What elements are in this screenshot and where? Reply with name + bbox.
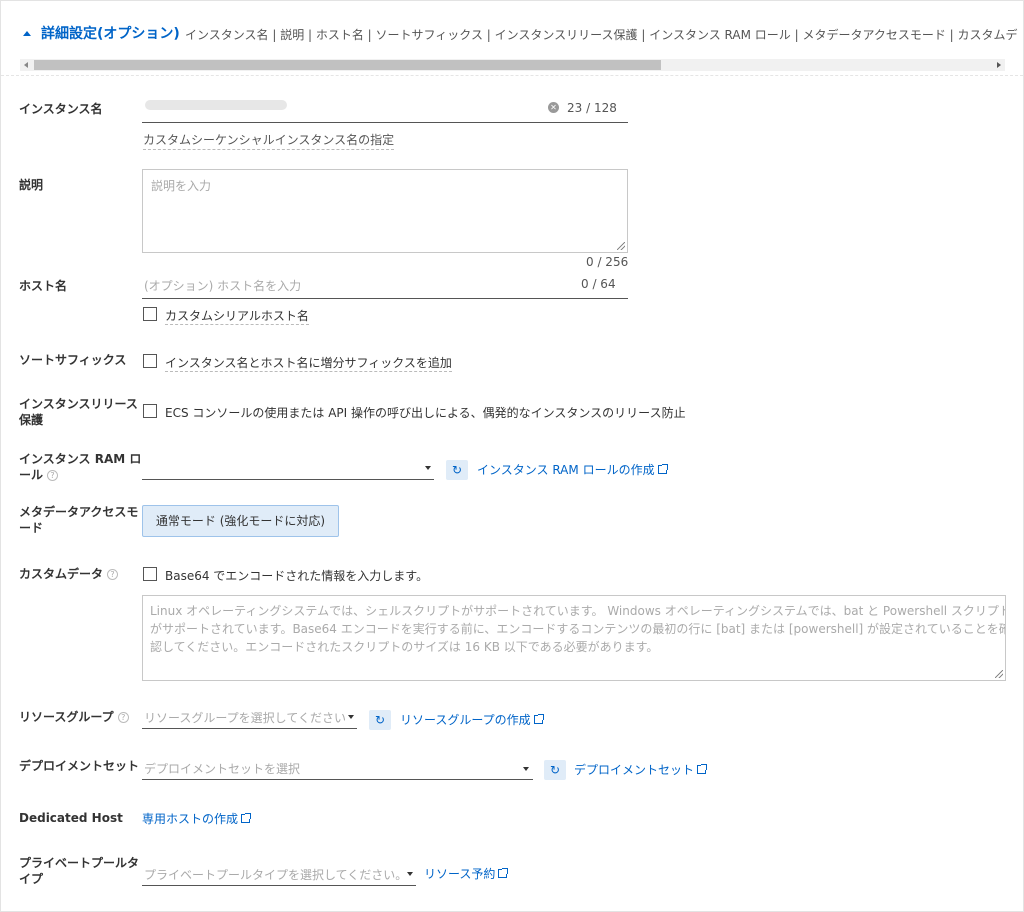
resource-group-select[interactable]: リソースグループを選択してください [142,705,357,729]
deployment-set-create-link-text: デプロイメントセット [574,763,695,777]
chevron-down-icon[interactable] [523,767,529,771]
ram-role-create-link-text: インスタンス RAM ロールの作成 [477,463,655,477]
dedicated-host-create-link-text: 専用ホストの作成 [142,812,239,826]
deployment-set-placeholder: デプロイメントセットを選択 [144,762,301,776]
ram-role-refresh-button[interactable]: ↻ [446,460,468,480]
ram-role-create-link[interactable]: インスタンス RAM ロールの作成 [477,461,668,478]
metadata-mode-label: メタデータアクセスモ ード [19,504,138,536]
release-protection-checkbox[interactable] [143,404,157,418]
resize-grip-icon[interactable] [995,670,1003,678]
external-link-icon [657,464,668,474]
private-pool-label: プライベートプールタ イプ [19,855,139,887]
private-pool-select[interactable]: プライベートプールタイプを選択してください。 [142,862,416,886]
hostname-placeholder: (オプション) ホスト名を入力 [144,279,302,293]
refresh-icon: ↻ [451,463,463,477]
metadata-mode-button[interactable]: 通常モード (強化モードに対応) [142,505,339,537]
release-protection-label: インスタンスリリース 保護 [19,396,138,428]
description-textarea[interactable]: 説明を入力 [142,169,628,253]
resource-reservation-link[interactable]: リソース予約 [424,865,509,882]
resource-group-create-link[interactable]: リソースグループの作成 [400,711,544,728]
horizontal-scrollbar[interactable] [20,59,1005,71]
custom-data-textarea[interactable]: Linux オペレーティングシステムでは、シェルスクリプトがサポートされています… [142,595,1006,681]
ram-role-label-line2: ール [19,468,44,482]
resource-reservation-link-text: リソース予約 [424,867,496,881]
private-pool-label-line1: プライベートプールタ [19,856,140,870]
resource-group-placeholder: リソースグループを選択してください [144,711,346,725]
deployment-set-select[interactable]: デプロイメントセットを選択 [142,756,533,780]
collapse-caret-icon[interactable] [23,31,31,36]
scroll-right-icon[interactable] [997,62,1001,68]
release-protection-label-line2: 保護 [19,413,44,427]
custom-serial-hostname-label[interactable]: カスタムシリアルホスト名 [165,307,309,325]
instance-name-count: 23 / 128 [567,101,617,115]
hostname-input[interactable]: (オプション) ホスト名を入力 [142,275,628,299]
custom-data-label-text: カスタムデータ [19,567,104,581]
custom-data-placeholder-line1: Linux オペレーティングシステムでは、シェルスクリプトがサポートされています… [150,604,1006,618]
advanced-settings-panel: 詳細設定(オプション) インスタンス名 | 説明 | ホスト名 | ソートサフィ… [0,0,1024,912]
custom-data-label: カスタムデータ? [19,566,119,582]
resource-group-label-text: リソースグループ [19,710,114,724]
deployment-set-create-link[interactable]: デプロイメントセット [574,761,708,778]
chevron-down-icon[interactable] [407,872,413,876]
refresh-icon: ↻ [549,763,561,777]
external-link-icon [533,714,544,724]
sort-suffix-checkbox-label[interactable]: インスタンス名とホスト名に増分サフィックスを追加 [165,354,452,372]
refresh-icon: ↻ [374,713,386,727]
description-placeholder: 説明を入力 [151,179,212,193]
section-anchor-links[interactable]: インスタンス名 | 説明 | ホスト名 | ソートサフィックス | インスタンス… [185,26,1018,43]
sort-suffix-checkbox[interactable] [143,354,157,368]
custom-data-base64-checkbox[interactable] [143,567,157,581]
external-link-icon [498,868,509,878]
resource-group-refresh-button[interactable]: ↻ [369,710,391,730]
deployment-set-label: デプロイメントセット [19,759,140,773]
advanced-settings-title[interactable]: 詳細設定(オプション) [41,23,180,43]
resize-grip-icon[interactable] [617,242,625,250]
description-label: 説明 [19,178,44,192]
dedicated-host-create-link[interactable]: 専用ホストの作成 [142,810,252,827]
custom-data-placeholder-line3: 認してください。エンコードされたスクリプトのサイズは 16 KB 以下である必要… [150,640,659,654]
external-link-icon [697,764,708,774]
ram-role-label: インスタンス RAM ロ ール? [19,451,141,483]
external-link-icon [241,813,252,823]
clear-icon[interactable]: ✕ [548,102,559,113]
instance-name-value-redacted [145,100,287,110]
release-protection-label-line1: インスタンスリリース [19,397,138,411]
ram-role-select[interactable] [142,456,434,480]
hostname-count: 0 / 64 [581,277,616,291]
chevron-down-icon[interactable] [348,715,354,719]
scrollbar-thumb[interactable] [34,60,661,70]
ram-role-label-line1: インスタンス RAM ロ [19,452,142,466]
private-pool-label-line2: イプ [19,872,44,886]
instance-name-label: インスタンス名 [19,102,103,116]
resource-group-create-link-text: リソースグループの作成 [400,713,531,727]
custom-data-base64-label[interactable]: Base64 でエンコードされた情報を入力します。 [165,567,428,584]
sort-suffix-label: ソートサフィックス [19,353,127,367]
custom-data-placeholder-line2: がサポートされています。Base64 エンコードを実行する前に、エンコードするコ… [150,622,1006,636]
metadata-mode-label-line1: メタデータアクセスモ [19,505,139,519]
help-icon[interactable]: ? [47,470,59,481]
help-icon[interactable]: ? [117,712,129,723]
instance-name-hint[interactable]: カスタムシーケンシャルインスタンス名の指定 [143,131,395,150]
chevron-down-icon[interactable] [425,466,431,470]
deployment-set-refresh-button[interactable]: ↻ [544,760,566,780]
hostname-label: ホスト名 [19,279,68,293]
release-protection-checkbox-label[interactable]: ECS コンソールの使用または API 操作の呼び出しによる、偶発的なインスタン… [165,404,686,421]
advanced-settings-header[interactable]: 詳細設定(オプション) インスタンス名 | 説明 | ホスト名 | ソートサフィ… [1,23,1023,45]
scroll-left-icon[interactable] [24,62,28,68]
resource-group-label: リソースグループ? [19,709,129,725]
dedicated-host-label: Dedicated Host [19,811,123,825]
description-count: 0 / 256 [586,255,629,269]
private-pool-placeholder: プライベートプールタイプを選択してください。 [144,868,408,882]
custom-serial-hostname-checkbox[interactable] [143,307,157,321]
header-divider [1,75,1023,76]
help-icon[interactable]: ? [107,569,119,580]
metadata-mode-label-line2: ード [19,521,44,535]
